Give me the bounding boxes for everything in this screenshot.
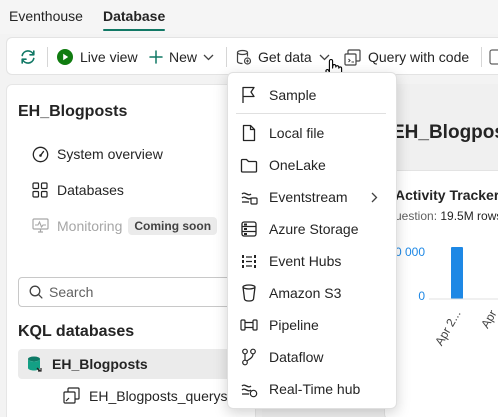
search-icon: [29, 285, 43, 299]
monitor-icon: [31, 217, 49, 235]
live-view-button[interactable]: Live view: [57, 38, 138, 76]
menu-item-label: Sample: [269, 87, 317, 103]
bucket-icon: [240, 284, 258, 302]
database-item[interactable]: EH_Blogposts: [18, 349, 258, 379]
chart-bar: [451, 247, 463, 299]
nav-label: System overview: [57, 146, 163, 162]
menu-item-onelake[interactable]: OneLake: [228, 150, 398, 180]
menu-item-label: Dataflow: [269, 349, 324, 365]
get-data-button[interactable]: Get data: [236, 38, 312, 76]
queryset-icon: [63, 387, 81, 405]
refresh-icon: [19, 48, 37, 66]
search-input[interactable]: Search: [18, 277, 244, 307]
left-panel: EH_Blogposts System overview Databases M…: [6, 84, 258, 417]
file-icon: [240, 124, 258, 142]
activity-tracker-card[interactable]: Activity Tracker uestion: 19.5M rows 0 0…: [384, 170, 498, 417]
y-tick-label: 0 000: [395, 245, 425, 259]
toolbar-divider: [47, 47, 48, 67]
menu-item-label: Local file: [269, 125, 325, 141]
toolbar-divider: [481, 47, 482, 67]
flag-icon: [240, 86, 258, 104]
plus-icon: [149, 50, 163, 64]
x-tick-label: Apr 2...: [432, 308, 463, 349]
menu-item-real-time-hub[interactable]: Real-Time hub: [228, 374, 398, 404]
tab-database[interactable]: Database: [103, 8, 166, 31]
menu-item-local-file[interactable]: Local file: [228, 118, 398, 148]
page-title: EH_Blogposts: [392, 122, 498, 143]
storage-icon: [240, 220, 258, 238]
play-icon: [57, 49, 73, 65]
toolbar: Live view New Get data Query with code: [6, 37, 498, 82]
query-with-code-button[interactable]: Query with code: [344, 38, 469, 76]
menu-item-sample[interactable]: Sample: [228, 80, 398, 110]
search-placeholder: Search: [49, 284, 94, 300]
activity-chart: 0 000 0 Apr 2... Apr: [395, 245, 498, 349]
refresh-button[interactable]: [19, 38, 37, 76]
get-data-label: Get data: [258, 49, 312, 65]
card-subtitle: uestion: 19.5M rows: [395, 209, 498, 223]
nav-monitoring: Monitoring Coming soon: [31, 217, 218, 235]
panel-title: EH_Blogposts: [18, 103, 128, 120]
menu-item-label: OneLake: [269, 157, 326, 173]
nav-label: Monitoring: [57, 218, 123, 234]
queryset-label: EH_Blogposts_queryset: [89, 388, 240, 404]
menu-item-label: Azure Storage: [269, 221, 359, 237]
card-title: Activity Tracker: [395, 187, 498, 203]
x-tick-label: Apr: [478, 308, 498, 331]
new-label: New: [169, 49, 198, 65]
more-toolbar-button[interactable]: [489, 38, 498, 76]
kql-databases-header: KQL databases: [18, 323, 135, 340]
gauge-icon: [31, 145, 49, 163]
y-tick-label: 0: [418, 289, 425, 303]
menu-item-eventstream[interactable]: Eventstream: [228, 182, 398, 212]
menu-item-label: Pipeline: [269, 317, 319, 333]
row-count: 19.5M rows: [440, 209, 498, 223]
menu-item-label: Eventstream: [269, 189, 348, 205]
dataflow-icon: [240, 348, 258, 366]
realtime-hub-icon: [240, 380, 258, 398]
pipeline-icon: [240, 316, 258, 334]
top-tabs: Eventhouse Database: [0, 0, 498, 34]
database-label: EH_Blogposts: [52, 356, 148, 372]
menu-item-label: Event Hubs: [269, 253, 342, 269]
coming-soon-badge: Coming soon: [128, 217, 218, 235]
nav-system-overview[interactable]: System overview: [31, 145, 163, 163]
menu-item-event-hubs[interactable]: Event Hubs: [228, 246, 398, 276]
toolbar-divider: [226, 47, 227, 67]
live-view-label: Live view: [80, 49, 138, 65]
chevron-down-icon: [203, 54, 214, 61]
query-code-icon: [344, 48, 362, 66]
menu-item-dataflow[interactable]: Dataflow: [228, 342, 398, 372]
folder-icon: [240, 156, 258, 174]
menu-item-label: Real-Time hub: [269, 381, 361, 397]
menu-divider: [236, 113, 386, 114]
tab-eventhouse[interactable]: Eventhouse: [9, 8, 83, 24]
nav-label: Databases: [57, 182, 124, 198]
get-data-icon: [236, 49, 252, 66]
nav-databases[interactable]: Databases: [31, 181, 124, 199]
query-with-code-label: Query with code: [368, 49, 470, 65]
chevron-right-icon: [371, 192, 378, 203]
menu-item-label: Amazon S3: [269, 285, 342, 301]
grid-icon: [31, 181, 49, 199]
menu-item-pipeline[interactable]: Pipeline: [228, 310, 398, 340]
menu-item-azure-storage[interactable]: Azure Storage: [228, 214, 398, 244]
menu-item-amazon-s3[interactable]: Amazon S3: [228, 278, 398, 308]
database-icon: [26, 355, 44, 373]
queryset-item[interactable]: EH_Blogposts_queryset: [63, 387, 239, 405]
get-data-menu: Sample Local file OneLake Eventstream Az…: [227, 72, 397, 409]
event-hubs-icon: [240, 252, 258, 270]
new-button[interactable]: New: [149, 38, 214, 76]
eventstream-icon: [240, 188, 258, 206]
card-subtitle-prefix: uestion:: [395, 209, 441, 223]
